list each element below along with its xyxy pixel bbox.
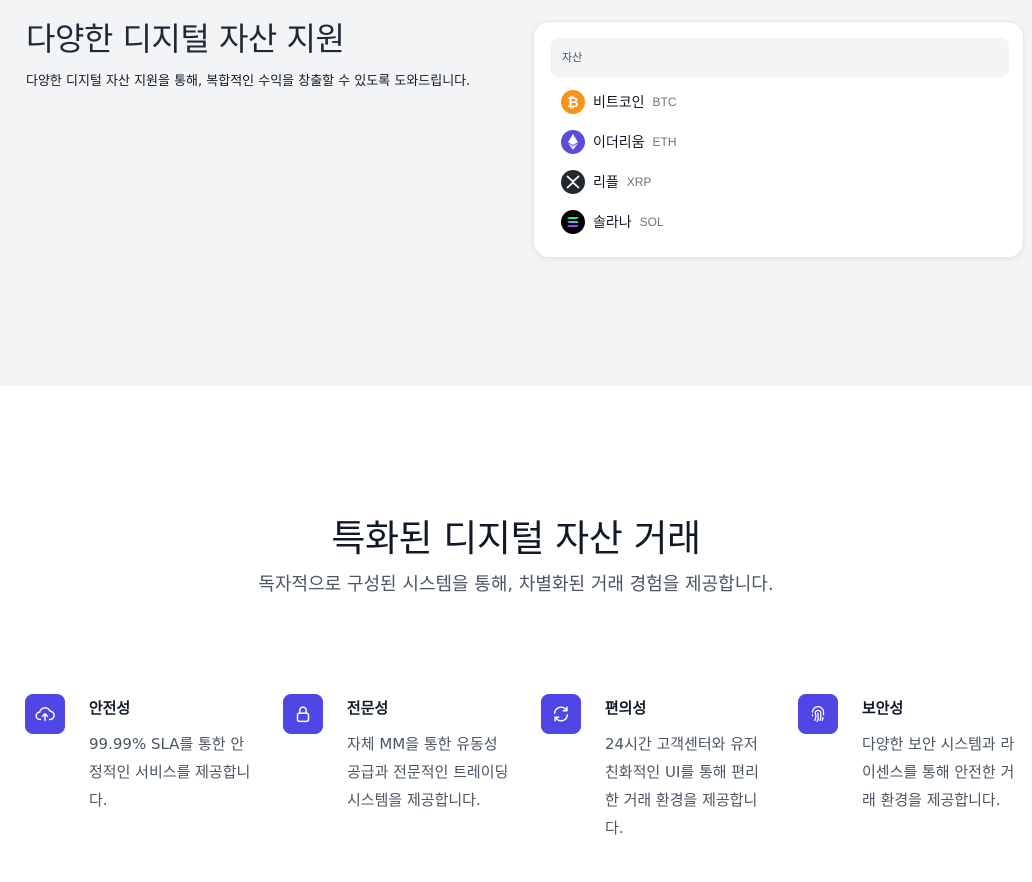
asset-name: 이더리움 <box>593 135 645 151</box>
asset-symbol: BTC <box>652 95 677 109</box>
feature-convenience: 편의성 24시간 고객센터와 유저 친화적인 UI를 통해 편리한 거래 환경을… <box>541 694 781 844</box>
feature-description: 다양한 보안 시스템과 라이센스를 통해 안전한 거래 환경을 제공합니다. <box>862 735 1015 809</box>
asset-symbol: XRP <box>626 175 652 189</box>
refresh-icon <box>541 694 581 734</box>
feature-title: 보안성 <box>862 699 904 717</box>
asset-name: 비트코인 <box>593 95 645 111</box>
asset-symbol: SOL <box>639 215 664 229</box>
fingerprint-icon <box>798 694 838 734</box>
feature-title: 전문성 <box>347 699 389 717</box>
asset-name: 솔라나 <box>593 215 632 231</box>
section-title: 특화된 디지털 자산 거래 <box>331 517 701 560</box>
svg-text:₿: ₿ <box>567 95 578 111</box>
section-subtitle: 독자적으로 구성된 시스템을 통해, 차별화된 거래 경험을 제공합니다. <box>258 574 774 595</box>
feature-security: 보안성 다양한 보안 시스템과 라이센스를 통해 안전한 거래 환경을 제공합니… <box>798 694 1032 844</box>
feature-title: 안전성 <box>89 699 131 717</box>
feature-description: 24시간 고객센터와 유저 친화적인 UI를 통해 편리한 거래 환경을 제공합… <box>605 735 759 837</box>
asset-row-btc[interactable]: ₿ 비트코인 BTC <box>561 89 677 115</box>
asset-list-card: 자산 ₿ 비트코인 BTC 이더리움 ETH 리플 XRP 솔라나 SOL <box>533 21 1024 258</box>
cloud-upload-icon <box>25 694 65 734</box>
hero-description: 다양한 디지털 자산 지원을 통해, 복합적인 수익을 창출할 수 있도록 도와… <box>26 74 471 89</box>
bitcoin-icon: ₿ <box>561 90 585 114</box>
asset-row-xrp[interactable]: 리플 XRP <box>561 169 651 195</box>
solana-icon <box>561 210 585 234</box>
asset-name: 리플 <box>593 175 619 191</box>
asset-symbol: ETH <box>652 135 677 149</box>
feature-description: 99.99% SLA를 통한 안정적인 서비스를 제공합니다. <box>89 735 251 809</box>
hero-section: 다양한 디지털 자산 지원 다양한 디지털 자산 지원을 통해, 복합적인 수익… <box>0 0 1032 386</box>
asset-row-eth[interactable]: 이더리움 ETH <box>561 129 677 155</box>
xrp-icon <box>561 170 585 194</box>
asset-row-sol[interactable]: 솔라나 SOL <box>561 209 664 235</box>
asset-list-header: 자산 <box>550 38 1009 77</box>
feature-description: 자체 MM을 통한 유동성 공급과 전문적인 트레이딩 시스템을 제공합니다. <box>347 735 509 809</box>
feature-stability: 안전성 99.99% SLA를 통한 안정적인 서비스를 제공합니다. <box>25 694 265 844</box>
feature-title: 편의성 <box>605 699 647 717</box>
feature-expertise: 전문성 자체 MM을 통한 유동성 공급과 전문적인 트레이딩 시스템을 제공합… <box>283 694 523 844</box>
lock-icon <box>283 694 323 734</box>
ethereum-icon <box>561 130 585 154</box>
hero-title: 다양한 디지털 자산 지원 <box>26 20 345 58</box>
